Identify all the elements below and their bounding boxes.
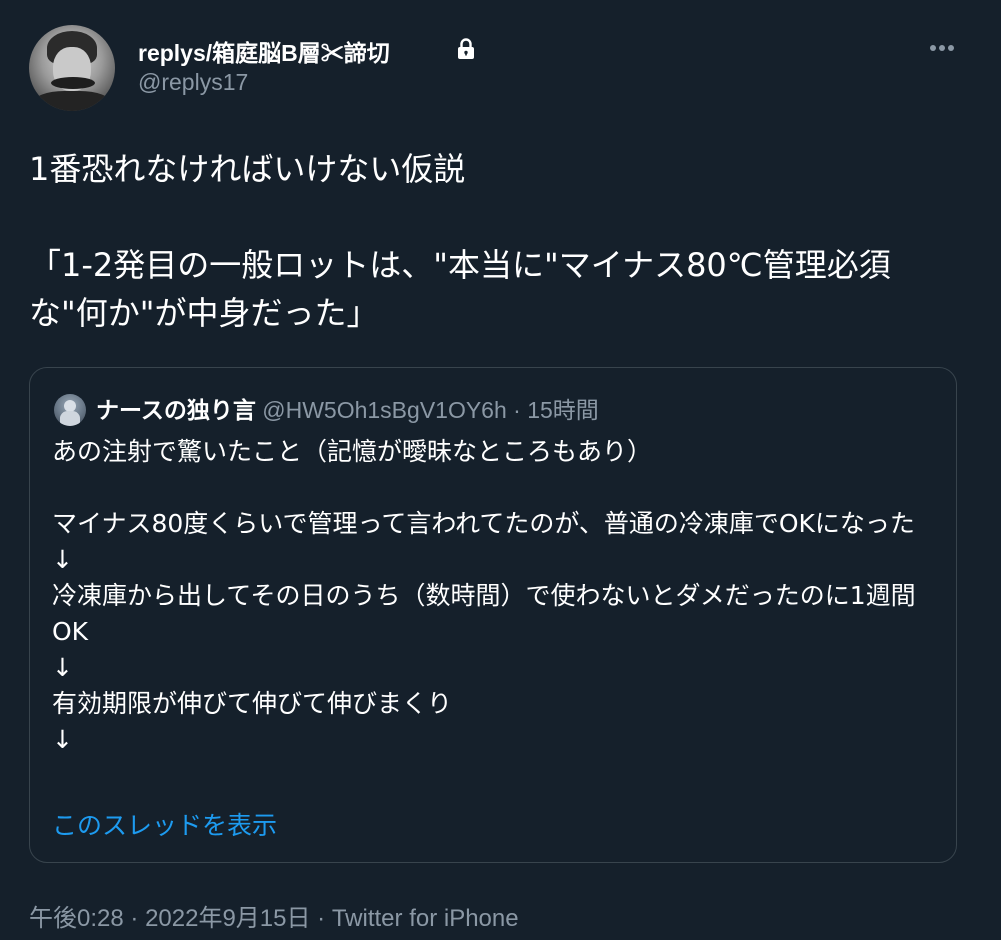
avatar-mustache: [51, 77, 95, 89]
quoted-author-avatar: [54, 394, 86, 426]
tweet-text: 1番恐れなければいけない仮説 「1-2発目の一般ロットは、"本当に"マイナス80…: [29, 150, 891, 332]
author-avatar[interactable]: [29, 25, 115, 111]
quoted-tweet-header: ナースの独り言 @HW5Oh1sBgV1OY6h · 15時間: [96, 394, 599, 427]
tweet-detail: replys/箱庭脳B層✂諦切 @replys17 1番恐れなければいけない仮説…: [0, 0, 1001, 940]
quoted-avatar-body: [60, 411, 80, 426]
quoted-meta-separator: ·: [513, 397, 521, 423]
quoted-author-handle: @HW5Oh1sBgV1OY6h: [262, 397, 507, 423]
tweet-date[interactable]: 2022年9月15日: [145, 905, 310, 932]
quoted-time-ago: 15時間: [527, 397, 599, 423]
tweet-timestamp: 午後0:28 · 2022年9月15日 · Twitter for iPhone: [29, 898, 519, 933]
tweet-time[interactable]: 午後0:28: [29, 905, 124, 932]
author-display-name[interactable]: replys/箱庭脳B層✂諦切: [138, 34, 390, 68]
timestamp-separator-2: ·: [317, 905, 326, 932]
lock-icon: [458, 38, 474, 59]
tweet-source-link[interactable]: Twitter for iPhone: [332, 905, 519, 932]
quoted-author-name: ナースの独り言: [96, 398, 256, 424]
author-handle[interactable]: @replys17: [138, 69, 248, 96]
quoted-tweet-card[interactable]: ナースの独り言 @HW5Oh1sBgV1OY6h · 15時間 あの注射で驚いた…: [29, 367, 957, 863]
avatar-suit: [33, 91, 111, 111]
more-horizontal-icon[interactable]: [918, 30, 964, 66]
timestamp-separator: ·: [130, 905, 139, 932]
show-thread-link[interactable]: このスレッドを表示: [52, 808, 277, 844]
quoted-tweet-text: あの注射で驚いたこと（記憶が曖昧なところもあり） マイナス80度くらいで管理って…: [52, 437, 916, 754]
